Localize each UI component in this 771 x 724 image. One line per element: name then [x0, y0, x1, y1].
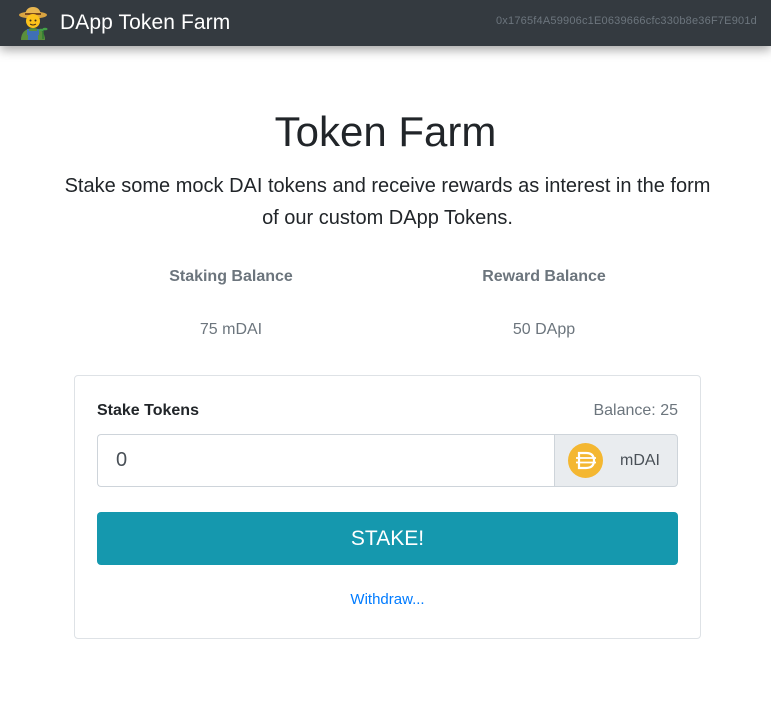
brand-name: DApp Token Farm	[60, 11, 231, 34]
stake-amount-input[interactable]	[97, 434, 554, 487]
stake-input-group: mDAI	[97, 434, 678, 487]
wallet-balance: Balance: 25	[593, 402, 678, 419]
page-title: Token Farm	[274, 108, 497, 155]
withdraw-link[interactable]: Withdraw...	[75, 591, 700, 608]
token-addon: mDAI	[554, 434, 678, 487]
reward-balance-label: Reward Balance	[482, 268, 606, 285]
brand-link[interactable]: DApp Token Farm	[16, 6, 230, 40]
dai-icon	[568, 443, 603, 478]
stake-card: Stake Tokens Balance: 25 mDAI STAKE! Wit…	[74, 375, 701, 639]
stake-tokens-label: Stake Tokens	[97, 402, 199, 419]
token-label: mDAI	[620, 451, 660, 469]
stake-button[interactable]: STAKE!	[97, 512, 678, 565]
reward-balance-value: 50 DApp	[512, 321, 576, 338]
farmer-icon	[16, 6, 50, 40]
staking-balance-value: 75 mDAI	[199, 321, 263, 338]
account-address: 0x1765f4A59906c1E0639666cfc330b8e36F7E90…	[495, 15, 757, 27]
staking-balance-label: Staking Balance	[169, 268, 293, 285]
navbar: DApp Token Farm 0x1765f4A59906c1E0639666…	[0, 0, 771, 46]
page-description: Stake some mock DAI tokens and receive r…	[64, 175, 711, 229]
